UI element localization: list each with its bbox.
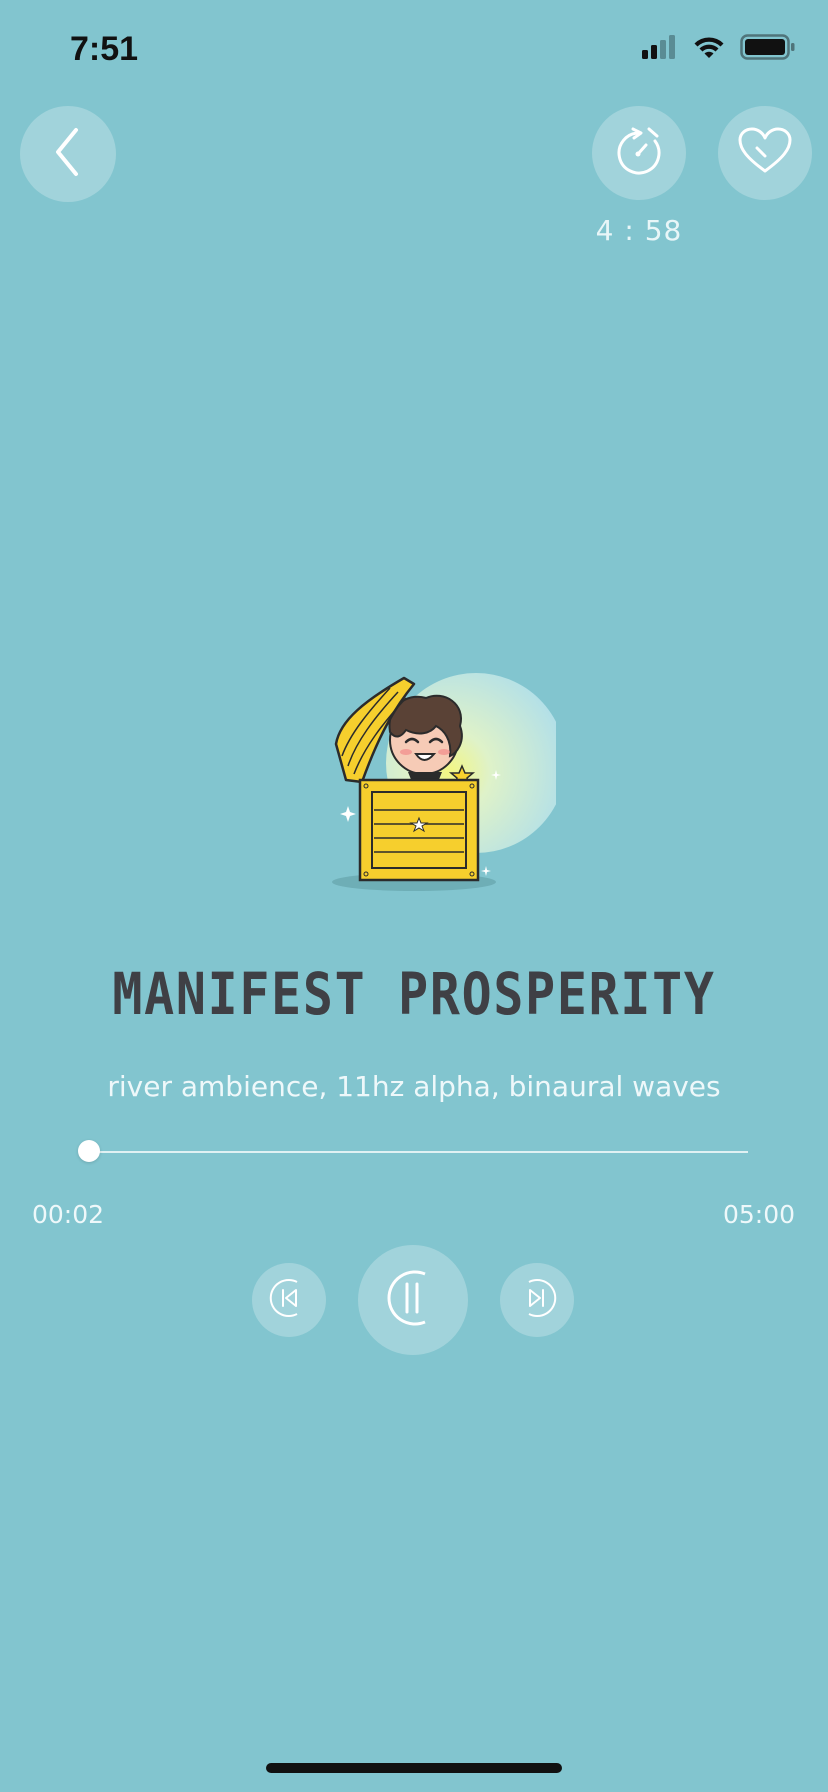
stopwatch-icon	[611, 123, 667, 184]
skip-forward-button[interactable]	[500, 1263, 574, 1337]
skip-back-button[interactable]	[252, 1263, 326, 1337]
track-artwork	[326, 670, 566, 900]
skip-forward-icon	[515, 1276, 559, 1325]
battery-icon	[740, 34, 796, 65]
chevron-left-icon	[48, 124, 88, 185]
home-indicator	[266, 1763, 562, 1773]
heart-icon	[737, 126, 793, 181]
status-icons	[642, 34, 796, 65]
progress-track[interactable]	[84, 1151, 748, 1153]
sleep-timer-button[interactable]	[592, 106, 686, 200]
wifi-icon	[692, 34, 726, 65]
pause-icon	[381, 1266, 445, 1335]
track-subtitle: river ambience, 11hz alpha, binaural wav…	[107, 1070, 721, 1103]
time-total: 05:00	[722, 1200, 795, 1229]
cellular-signal-icon	[642, 34, 678, 65]
play-pause-button[interactable]	[358, 1245, 468, 1355]
back-button[interactable]	[20, 106, 116, 202]
status-bar: 7:51	[0, 0, 828, 100]
status-time: 7:51	[70, 30, 139, 68]
favorite-button[interactable]	[718, 106, 812, 200]
track-title: MANIFEST PROSPERITY	[112, 960, 716, 1028]
treasure-chest-illustration	[332, 673, 566, 891]
progress-knob[interactable]	[77, 1140, 100, 1162]
time-elapsed: 00:02	[32, 1200, 105, 1229]
timer-readout: 4 : 58	[595, 214, 683, 247]
skip-back-icon	[267, 1276, 311, 1325]
